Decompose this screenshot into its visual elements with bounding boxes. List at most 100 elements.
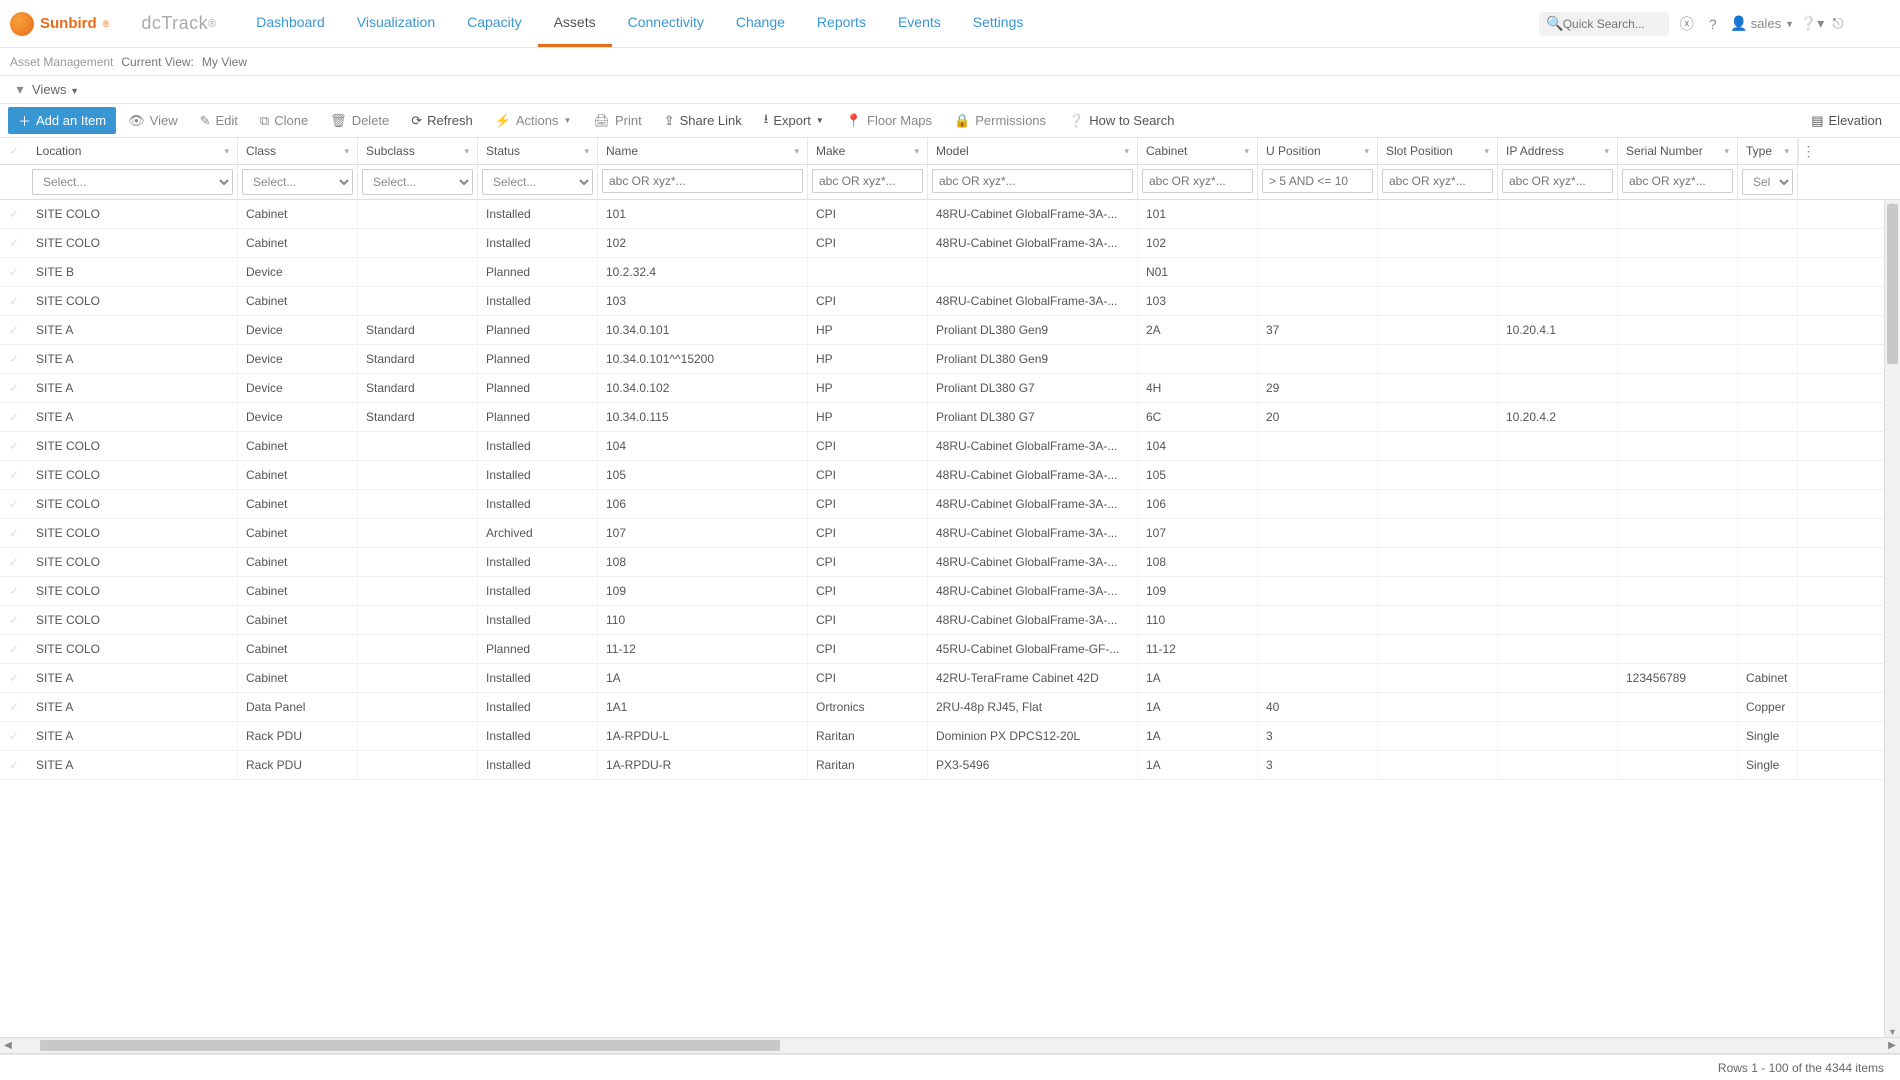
table-row[interactable]: ✓SITE COLOCabinetInstalled102CPI48RU-Cab… bbox=[0, 229, 1900, 258]
row-checkbox[interactable]: ✓ bbox=[0, 294, 28, 308]
scroll-thumb[interactable] bbox=[1887, 204, 1898, 364]
select-all-checkbox[interactable]: ✓ bbox=[0, 138, 28, 164]
filter-input-ip[interactable] bbox=[1502, 169, 1613, 193]
table-row[interactable]: ✓SITE ACabinetInstalled1ACPI42RU-TeraFra… bbox=[0, 664, 1900, 693]
col-header-typ[interactable]: Type▾ bbox=[1738, 138, 1798, 164]
tab-settings[interactable]: Settings bbox=[957, 0, 1040, 47]
filter-mod[interactable] bbox=[928, 165, 1138, 199]
col-header-ser[interactable]: Serial Number▾ bbox=[1618, 138, 1738, 164]
table-row[interactable]: ✓SITE BDevicePlanned10.2.32.4N01 bbox=[0, 258, 1900, 287]
filter-input-nam[interactable] bbox=[602, 169, 803, 193]
add-item-button[interactable]: ＋Add an Item bbox=[8, 107, 116, 134]
clear-icon[interactable]: ⓧ bbox=[1679, 16, 1695, 32]
row-checkbox[interactable]: ✓ bbox=[0, 642, 28, 656]
logo[interactable]: Sunbird ® bbox=[10, 12, 127, 36]
search-input[interactable] bbox=[1563, 17, 1661, 31]
filter-select-sub[interactable]: Select... bbox=[362, 169, 473, 195]
filter-select-typ[interactable]: Select... bbox=[1742, 169, 1793, 195]
row-checkbox[interactable]: ✓ bbox=[0, 323, 28, 337]
view-button[interactable]: 👁View bbox=[118, 109, 187, 133]
table-row[interactable]: ✓SITE COLOCabinetInstalled109CPI48RU-Cab… bbox=[0, 577, 1900, 606]
delete-button[interactable]: 🗑Delete bbox=[320, 109, 399, 133]
share-link-button[interactable]: ⇪Share Link bbox=[654, 109, 752, 133]
help-circle-icon[interactable]: ? bbox=[1705, 16, 1721, 32]
row-checkbox[interactable]: ✓ bbox=[0, 729, 28, 743]
scroll-left-arrow[interactable]: ◀ bbox=[0, 1040, 16, 1051]
tab-change[interactable]: Change bbox=[720, 0, 801, 47]
col-header-cab[interactable]: Cabinet▾ bbox=[1138, 138, 1258, 164]
filter-input-cab[interactable] bbox=[1142, 169, 1253, 193]
floor-maps-button[interactable]: 📍Floor Maps bbox=[836, 109, 942, 133]
row-checkbox[interactable]: ✓ bbox=[0, 613, 28, 627]
filter-sub[interactable]: Select... bbox=[358, 165, 478, 199]
refresh-button[interactable]: ⟳Refresh bbox=[401, 109, 482, 133]
row-checkbox[interactable]: ✓ bbox=[0, 497, 28, 511]
tab-assets[interactable]: Assets bbox=[538, 0, 612, 47]
tab-visualization[interactable]: Visualization bbox=[341, 0, 451, 47]
actions-button[interactable]: ⚡Actions ▼ bbox=[485, 109, 582, 133]
col-header-mod[interactable]: Model▾ bbox=[928, 138, 1138, 164]
table-row[interactable]: ✓SITE ADeviceStandardPlanned10.34.0.101H… bbox=[0, 316, 1900, 345]
filter-sta[interactable]: Select... bbox=[478, 165, 598, 199]
edit-button[interactable]: ✎Edit bbox=[190, 109, 248, 133]
row-checkbox[interactable]: ✓ bbox=[0, 381, 28, 395]
table-row[interactable]: ✓SITE COLOCabinetInstalled108CPI48RU-Cab… bbox=[0, 548, 1900, 577]
avatar[interactable] bbox=[1862, 10, 1890, 38]
filter-typ[interactable]: Select... bbox=[1738, 165, 1798, 199]
filter-input-mak[interactable] bbox=[812, 169, 923, 193]
user-menu[interactable]: 👤 sales ▼ bbox=[1731, 16, 1794, 32]
export-button[interactable]: ⭳Export ▼ bbox=[754, 106, 834, 136]
table-row[interactable]: ✓SITE COLOCabinetInstalled103CPI48RU-Cab… bbox=[0, 287, 1900, 316]
col-header-loc[interactable]: Location▾ bbox=[28, 138, 238, 164]
table-row[interactable]: ✓SITE ADeviceStandardPlanned10.34.0.102H… bbox=[0, 374, 1900, 403]
table-row[interactable]: ✓SITE COLOCabinetInstalled110CPI48RU-Cab… bbox=[0, 606, 1900, 635]
how-to-search-button[interactable]: ❔How to Search bbox=[1058, 109, 1184, 133]
horizontal-scrollbar[interactable]: ◀ ▶ bbox=[0, 1037, 1900, 1053]
filter-upo[interactable] bbox=[1258, 165, 1378, 199]
table-row[interactable]: ✓SITE AData PanelInstalled1A1Ortronics2R… bbox=[0, 693, 1900, 722]
tab-reports[interactable]: Reports bbox=[801, 0, 882, 47]
tab-events[interactable]: Events bbox=[882, 0, 957, 47]
vertical-scrollbar[interactable]: ▲ ▼ bbox=[1884, 200, 1900, 1037]
filter-ip[interactable] bbox=[1498, 165, 1618, 199]
help-icon[interactable]: ❔▾ bbox=[1804, 16, 1820, 32]
col-header-nam[interactable]: Name▾ bbox=[598, 138, 808, 164]
table-row[interactable]: ✓SITE ADeviceStandardPlanned10.34.0.101^… bbox=[0, 345, 1900, 374]
row-checkbox[interactable]: ✓ bbox=[0, 207, 28, 221]
hscroll-thumb[interactable] bbox=[40, 1040, 780, 1051]
row-checkbox[interactable]: ✓ bbox=[0, 439, 28, 453]
filter-nam[interactable] bbox=[598, 165, 808, 199]
table-row[interactable]: ✓SITE COLOCabinetInstalled104CPI48RU-Cab… bbox=[0, 432, 1900, 461]
row-checkbox[interactable]: ✓ bbox=[0, 671, 28, 685]
filter-select-loc[interactable]: Select... bbox=[32, 169, 233, 195]
filter-cab[interactable] bbox=[1138, 165, 1258, 199]
row-checkbox[interactable]: ✓ bbox=[0, 410, 28, 424]
table-row[interactable]: ✓SITE ARack PDUInstalled1A-RPDU-RRaritan… bbox=[0, 751, 1900, 780]
row-checkbox[interactable]: ✓ bbox=[0, 700, 28, 714]
scroll-right-arrow[interactable]: ▶ bbox=[1884, 1040, 1900, 1051]
filter-input-upo[interactable] bbox=[1262, 169, 1373, 193]
row-checkbox[interactable]: ✓ bbox=[0, 555, 28, 569]
permissions-button[interactable]: 🔒Permissions bbox=[944, 109, 1056, 133]
filter-ser[interactable] bbox=[1618, 165, 1738, 199]
col-header-cls[interactable]: Class▾ bbox=[238, 138, 358, 164]
views-button[interactable]: Views ▼ bbox=[32, 82, 79, 97]
col-header-slo[interactable]: Slot Position▾ bbox=[1378, 138, 1498, 164]
tab-capacity[interactable]: Capacity bbox=[451, 0, 537, 47]
row-checkbox[interactable]: ✓ bbox=[0, 236, 28, 250]
table-row[interactable]: ✓SITE COLOCabinetInstalled101CPI48RU-Cab… bbox=[0, 200, 1900, 229]
filter-input-slo[interactable] bbox=[1382, 169, 1493, 193]
col-header-sta[interactable]: Status▾ bbox=[478, 138, 598, 164]
table-row[interactable]: ✓SITE COLOCabinetArchived107CPI48RU-Cabi… bbox=[0, 519, 1900, 548]
row-checkbox[interactable]: ✓ bbox=[0, 352, 28, 366]
table-row[interactable]: ✓SITE ADeviceStandardPlanned10.34.0.115H… bbox=[0, 403, 1900, 432]
filter-cls[interactable]: Select... bbox=[238, 165, 358, 199]
tab-connectivity[interactable]: Connectivity bbox=[612, 0, 720, 47]
quick-search[interactable]: 🔍 bbox=[1539, 12, 1669, 36]
logout-icon[interactable]: ⎋ bbox=[1830, 16, 1846, 32]
row-checkbox[interactable]: ✓ bbox=[0, 584, 28, 598]
elevation-button[interactable]: ▤Elevation bbox=[1801, 109, 1892, 133]
row-checkbox[interactable]: ✓ bbox=[0, 468, 28, 482]
row-checkbox[interactable]: ✓ bbox=[0, 265, 28, 279]
col-header-mak[interactable]: Make▾ bbox=[808, 138, 928, 164]
